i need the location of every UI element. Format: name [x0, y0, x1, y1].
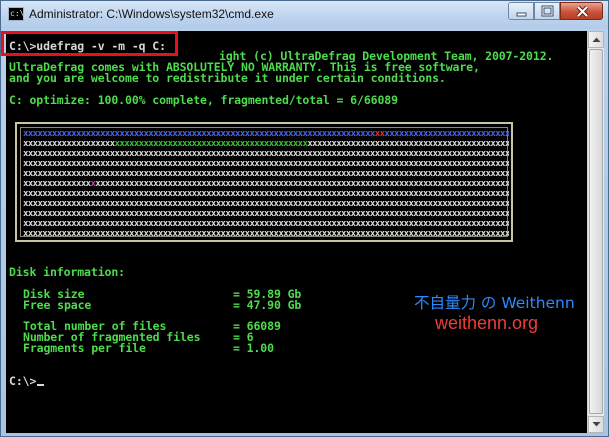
maximize-button[interactable]	[534, 2, 560, 20]
free-space-value: = 47.90 Gb	[233, 298, 302, 312]
scrollbar-thumb[interactable]	[589, 49, 603, 414]
scroll-down-button[interactable]	[588, 416, 604, 433]
cluster-map-frame: xxxxxxxxxxxxxxxxxxxxxxxxxxxxxxxxxxxxxxxx…	[20, 127, 509, 239]
cmd-icon[interactable]: c:\	[8, 7, 24, 21]
cluster-map-row: xxxxxxxxxxxxxxxxxxxxxxxxxxxxxxxxxxxxxxxx…	[23, 219, 509, 229]
cluster-map-row: xxxxxxxxxxxxxxxxxxxxxxxxxxxxxxxxxxxxxxxx…	[23, 169, 509, 179]
title-bar[interactable]: c:\ Administrator: C:\Windows\system32\c…	[1, 1, 608, 29]
welcome-line: and you are welcome to redistribute it u…	[9, 71, 446, 85]
cluster-map-row: xxxxxxxxxxxxxxxxxxxxxxxxxxxxxxxxxxxxxxxx…	[23, 129, 509, 139]
cluster-map-row: xxxxxxxxxxxxxxxxxxxxxxxxxxxxxxxxxxxxxxxx…	[23, 149, 509, 159]
minimize-icon	[516, 12, 527, 17]
close-icon	[576, 5, 589, 18]
maximize-icon	[541, 5, 554, 17]
cluster-map-row: xxxxxxxxxxxxxxxxxxxxxxxxxxxxxxxxxxxxxxxx…	[23, 139, 509, 149]
watermark-url: weithenn.org	[435, 313, 539, 333]
arrow-up-icon	[592, 37, 601, 42]
cluster-map-row: xxxxxxxxxxxxxxxxxxxxxxxxxxxxxxxxxxxxxxxx…	[23, 179, 509, 189]
progress-line: C: optimize: 100.00% complete, fragmente…	[9, 93, 398, 107]
watermark-title: 不自量力 の Weithenn	[414, 294, 575, 312]
prompt-text: C:\>	[9, 374, 37, 388]
cluster-map-row: xxxxxxxxxxxxxxxxxxxxxxxxxxxxxxxxxxxxxxxx…	[23, 209, 509, 219]
window-title: Administrator: C:\Windows\system32\cmd.e…	[29, 7, 274, 21]
fragments-per-file-label: Fragments per file	[23, 341, 146, 355]
cluster-map-row: xxxxxxxxxxxxxxxxxxxxxxxxxxxxxxxxxxxxxxxx…	[23, 159, 509, 169]
text-cursor	[37, 384, 45, 386]
close-button[interactable]	[560, 2, 603, 20]
fragments-per-file-value: = 1.00	[233, 341, 274, 355]
scroll-up-button[interactable]	[588, 31, 604, 48]
cluster-map-row: xxxxxxxxxxxxxxxxxxxxxxxxxxxxxxxxxxxxxxxx…	[23, 229, 509, 239]
minimize-button[interactable]	[508, 2, 534, 20]
cluster-map-row: xxxxxxxxxxxxxxxxxxxxxxxxxxxxxxxxxxxxxxxx…	[23, 189, 509, 199]
cluster-map: xxxxxxxxxxxxxxxxxxxxxxxxxxxxxxxxxxxxxxxx…	[15, 122, 513, 242]
arrow-down-icon	[592, 422, 601, 427]
cmd-window: c:\ Administrator: C:\Windows\system32\c…	[0, 0, 609, 437]
prompt-line: C:\>	[9, 374, 45, 388]
cluster-map-row: xxxxxxxxxxxxxxxxxxxxxxxxxxxxxxxxxxxxxxxx…	[23, 199, 509, 209]
vertical-scrollbar[interactable]	[587, 31, 604, 433]
command-highlight-box	[1, 31, 178, 56]
disk-info-heading: Disk information:	[9, 265, 126, 279]
free-space-label: Free space	[23, 298, 92, 312]
